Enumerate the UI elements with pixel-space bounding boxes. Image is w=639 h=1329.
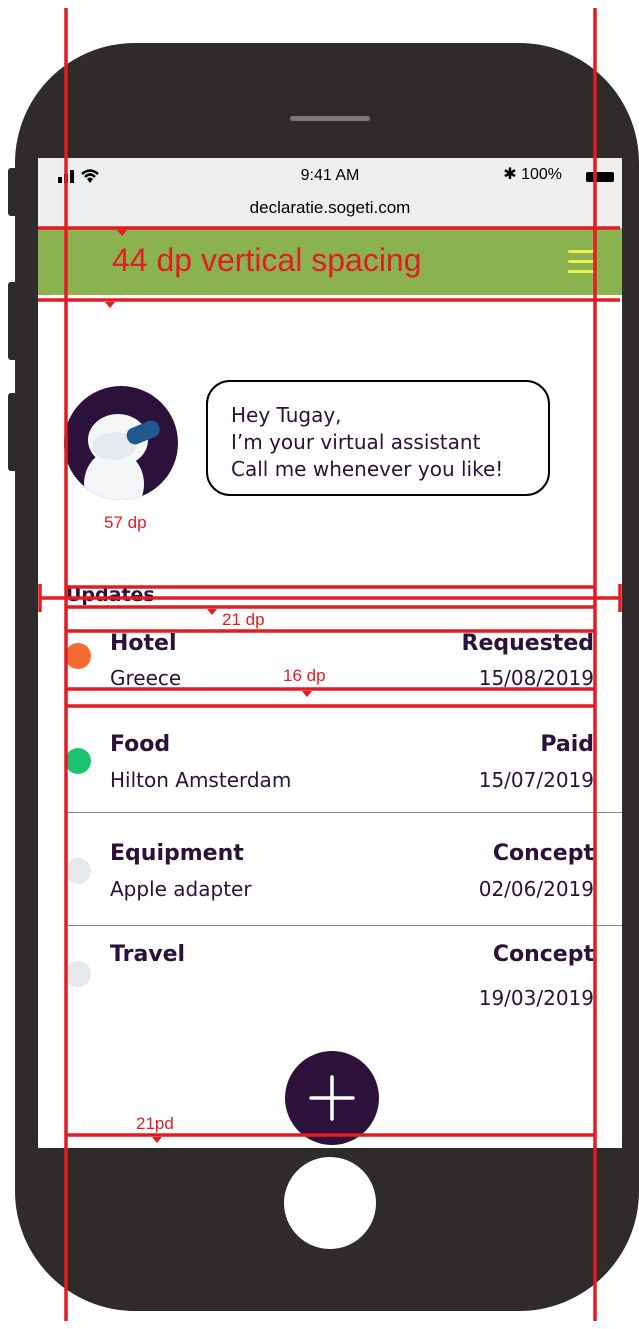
add-expense-button[interactable]: [285, 1051, 379, 1145]
update-place: Greece: [110, 666, 182, 690]
robot-icon: [84, 414, 160, 500]
status-dot: [65, 858, 91, 884]
update-date: 15/08/2019: [478, 666, 594, 690]
bluetooth-battery-text: ✱ 100%: [503, 164, 562, 184]
update-category: Food: [110, 732, 171, 757]
update-date: 02/06/2019: [478, 877, 594, 901]
plus-icon: [309, 1075, 355, 1121]
app-header: 44 dp vertical spacing: [38, 228, 622, 295]
update-place: Apple adapter: [110, 877, 252, 901]
update-category: Equipment: [110, 841, 244, 866]
assistant-line: I’m your virtual assistant: [231, 430, 481, 454]
annotation-16dp: 16 dp: [283, 666, 326, 685]
update-date: 15/07/2019: [478, 768, 594, 792]
home-button[interactable]: [284, 1157, 376, 1249]
assistant-speech-bubble: Hey Tugay, I’m your virtual assistant Ca…: [206, 380, 550, 496]
status-dot: [65, 961, 91, 987]
updates-title: Updates: [66, 584, 155, 606]
update-row-hotel[interactable]: Hotel Greece Requested 15/08/2019: [38, 618, 622, 708]
bluetooth-icon: ✱: [503, 166, 517, 183]
assistant-avatar[interactable]: [64, 386, 178, 500]
assistant-line: Call me whenever you like!: [231, 457, 504, 481]
hamburger-menu-icon[interactable]: [568, 250, 594, 274]
annotation-57dp: 57 dp: [104, 513, 147, 532]
update-status: Requested: [461, 631, 594, 656]
annotation-21pd: 21pd: [136, 1114, 174, 1133]
status-dot: [65, 643, 91, 669]
update-date: 19/03/2019: [478, 986, 594, 1010]
update-row-equipment[interactable]: Equipment Apple adapter Concept 02/06/20…: [38, 813, 622, 925]
phone-screen: 9:41 AM ✱ 100% declaratie.sogeti.com 44 …: [38, 158, 622, 1148]
update-category: Travel: [110, 942, 186, 967]
header-title: 44 dp vertical spacing: [112, 242, 422, 278]
speaker-grille: [290, 116, 370, 121]
battery-percent: 100%: [521, 166, 562, 183]
status-dot: [65, 748, 91, 774]
update-row-travel[interactable]: Travel Concept 19/03/2019: [38, 926, 622, 1038]
update-category: Hotel: [110, 631, 177, 656]
status-bar: 9:41 AM ✱ 100%: [38, 158, 622, 194]
update-status: Concept: [492, 841, 594, 866]
annotation-21dp: 21 dp: [222, 610, 265, 629]
battery-icon: [586, 172, 614, 182]
assistant-line: Hey Tugay,: [231, 403, 342, 427]
update-place: Hilton Amsterdam: [110, 768, 292, 792]
update-status: Paid: [540, 732, 594, 757]
url-bar[interactable]: declaratie.sogeti.com: [38, 194, 622, 228]
update-status: Concept: [492, 942, 594, 967]
update-row-food[interactable]: Food Hilton Amsterdam Paid 15/07/2019: [38, 708, 622, 812]
